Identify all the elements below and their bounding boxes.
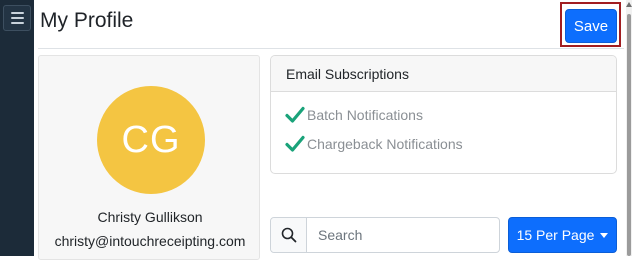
hamburger-menu-icon[interactable] (3, 5, 31, 31)
email-subscriptions-card: Email Subscriptions Batch Notifications … (270, 55, 617, 174)
subscription-label: Chargeback Notifications (307, 136, 463, 152)
search-input[interactable] (307, 218, 499, 252)
search-icon (271, 218, 307, 252)
scroll-up-arrow-icon[interactable] (626, 2, 632, 7)
per-page-label: 15 Per Page (516, 227, 595, 243)
sidebar (0, 0, 34, 256)
checkmark-icon[interactable] (285, 106, 305, 124)
avatar: CG (97, 86, 205, 194)
save-button[interactable]: Save (565, 9, 617, 43)
user-email: christy@intouchreceipting.com (54, 233, 246, 249)
header-divider (38, 48, 624, 49)
subscription-batch-notifications[interactable]: Batch Notifications (285, 106, 423, 124)
scrollbar-thumb[interactable] (627, 14, 631, 256)
profile-card: CG Christy Gullikson christy@intouchrece… (38, 55, 260, 260)
main-content: My Profile Save CG Christy Gullikson chr… (34, 0, 626, 260)
subscription-label: Batch Notifications (307, 107, 423, 123)
user-name: Christy Gullikson (97, 209, 203, 225)
subscription-chargeback-notifications[interactable]: Chargeback Notifications (285, 135, 463, 153)
caret-down-icon (600, 232, 609, 238)
page-title: My Profile (40, 9, 134, 32)
per-page-dropdown[interactable]: 15 Per Page (508, 217, 617, 253)
scrollbar[interactable] (626, 0, 632, 256)
search-group (270, 217, 500, 253)
email-subscriptions-title: Email Subscriptions (271, 56, 616, 92)
checkmark-icon[interactable] (285, 135, 305, 153)
